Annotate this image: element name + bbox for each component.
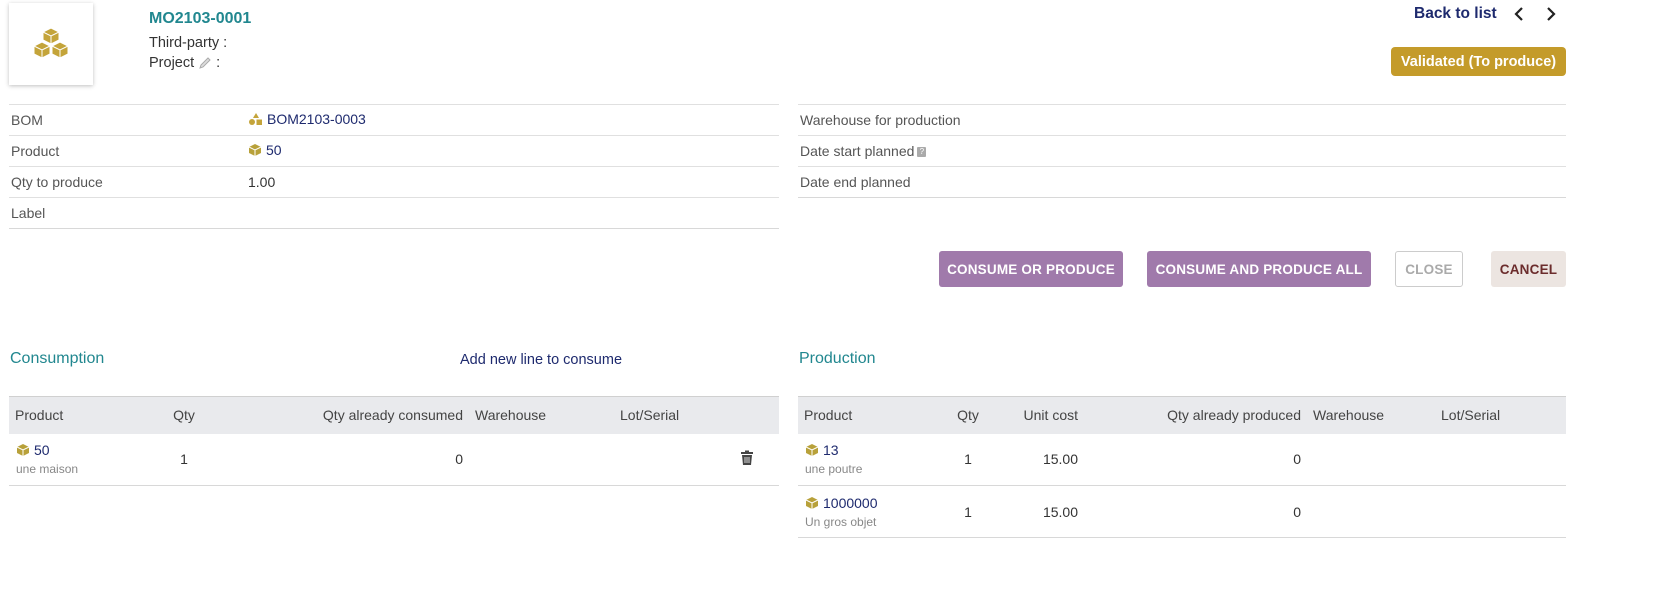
product-link[interactable]: 13: [823, 442, 839, 458]
qty-cell: 1: [159, 433, 209, 486]
fields-left: BOM BOM2103-0003 Product 50 Qty to produ…: [9, 104, 779, 229]
field-row-date-start: Date start planned?: [798, 135, 1566, 167]
col-product: Product: [798, 396, 938, 434]
chevron-right-icon[interactable]: [1544, 6, 1558, 22]
date-start-label: Date start planned: [800, 143, 915, 159]
col-produced: Qty already produced: [1084, 396, 1307, 434]
label-value: [248, 197, 779, 229]
table-row: 13 une poutre 1 15.00 0: [798, 433, 1566, 486]
field-row-date-end: Date end planned: [798, 166, 1566, 198]
lot-cell: [1435, 485, 1566, 538]
cube-icon: [805, 496, 819, 509]
consumption-title: Consumption: [10, 350, 105, 367]
product-desc: une poutre: [805, 462, 863, 477]
cancel-button[interactable]: CANCEL: [1491, 251, 1566, 287]
date-start-value: [1198, 135, 1566, 167]
add-new-line-link[interactable]: Add new line to consume: [460, 352, 622, 368]
field-row-qty: Qty to produce 1.00: [9, 166, 779, 198]
product-link[interactable]: 50: [34, 442, 50, 458]
col-unit-cost: Unit cost: [998, 396, 1084, 434]
col-qty: Qty: [159, 396, 209, 434]
warehouse-cell: [1307, 485, 1435, 538]
col-product: Product: [9, 396, 159, 434]
bom-label: BOM: [9, 104, 248, 136]
produced-cell: 0: [1084, 485, 1307, 538]
status-badge: Validated (To produce): [1391, 47, 1566, 76]
consumed-cell: 0: [209, 433, 469, 486]
bom-link[interactable]: BOM2103-0003: [267, 111, 366, 127]
col-lot: Lot/Serial: [614, 396, 734, 434]
lot-cell: [1435, 433, 1566, 486]
col-warehouse: Warehouse: [1307, 396, 1435, 434]
col-consumed: Qty already consumed: [209, 396, 469, 434]
unit-cost-cell: 15.00: [998, 485, 1084, 538]
product-desc: Un gros objet: [805, 514, 877, 529]
cube-icon: [248, 144, 262, 156]
product-link[interactable]: 50: [266, 142, 282, 158]
field-row-bom: BOM BOM2103-0003: [9, 104, 779, 136]
consume-and-produce-all-button[interactable]: CONSUME AND PRODUCE ALL: [1147, 251, 1371, 287]
unit-cost-cell: 15.00: [998, 433, 1084, 486]
qty-value: 1.00: [248, 166, 779, 198]
production-header-row: Product Qty Unit cost Qty already produc…: [798, 396, 1566, 434]
production-table: Product Qty Unit cost Qty already produc…: [798, 396, 1566, 538]
project-row: Project :: [149, 55, 220, 71]
qty-cell: 1: [938, 433, 998, 486]
pencil-icon[interactable]: [198, 56, 212, 70]
cube-icon: [16, 444, 30, 457]
record-ref: MO2103-0001: [149, 10, 252, 27]
qty-cell: 1: [938, 485, 998, 538]
production-title: Production: [799, 350, 876, 367]
close-button[interactable]: CLOSE: [1395, 251, 1463, 287]
cubes-icon: [33, 27, 69, 59]
produced-cell: 0: [1084, 433, 1307, 486]
third-party-label: Third-party :: [149, 35, 228, 51]
field-row-warehouse: Warehouse for production: [798, 104, 1566, 136]
warehouse-cell: [1307, 433, 1435, 486]
cube-icon: [805, 444, 819, 457]
object-logo: [9, 3, 93, 85]
product-desc: une maison: [16, 462, 79, 477]
qty-label: Qty to produce: [9, 166, 248, 198]
date-end-label: Date end planned: [798, 166, 1198, 198]
project-colon: :: [216, 55, 221, 71]
col-qty: Qty: [938, 396, 998, 434]
field-row-label: Label: [9, 197, 779, 229]
table-row: 50 une maison 1 0: [9, 433, 779, 486]
help-icon[interactable]: ?: [917, 147, 927, 158]
trash-icon[interactable]: [740, 450, 754, 466]
chevron-left-icon[interactable]: [1512, 6, 1526, 22]
field-row-product: Product 50: [9, 135, 779, 167]
table-row: 1000000 Un gros objet 1 15.00 0: [798, 485, 1566, 538]
warehouse-label: Warehouse for production: [798, 104, 1198, 136]
product-label: Product: [9, 135, 248, 167]
fields-right: Warehouse for production Date start plan…: [798, 104, 1566, 198]
bom-icon: [249, 113, 262, 125]
back-to-list-link[interactable]: Back to list: [1414, 5, 1497, 23]
consume-or-produce-button[interactable]: CONSUME OR PRODUCE: [939, 251, 1123, 287]
product-link[interactable]: 1000000: [823, 495, 878, 511]
consumption-table: Product Qty Qty already consumed Warehou…: [9, 396, 779, 486]
date-end-value: [1198, 166, 1566, 198]
col-warehouse: Warehouse: [469, 396, 614, 434]
warehouse-cell: [469, 433, 614, 486]
lot-cell: [614, 433, 734, 486]
consumption-header-row: Product Qty Qty already consumed Warehou…: [9, 396, 779, 434]
label-label: Label: [9, 197, 248, 229]
project-label: Project: [149, 55, 195, 71]
warehouse-value: [1198, 104, 1566, 136]
col-lot: Lot/Serial: [1435, 396, 1566, 434]
